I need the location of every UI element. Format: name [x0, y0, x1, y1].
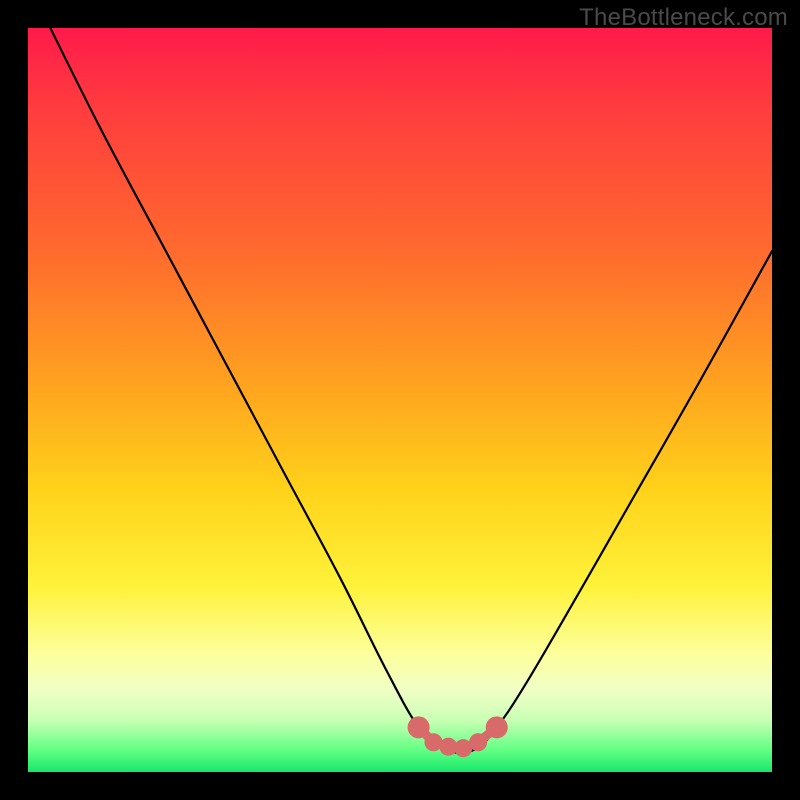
trough-marker-5: [486, 716, 508, 738]
trough-marker-0: [408, 716, 430, 738]
trough-marker-4: [469, 733, 487, 751]
curve-svg: [28, 28, 772, 772]
plot-area: [28, 28, 772, 772]
chart-frame: TheBottleneck.com: [0, 0, 800, 800]
trough-markers: [408, 716, 508, 757]
bottleneck-curve: [50, 28, 772, 753]
